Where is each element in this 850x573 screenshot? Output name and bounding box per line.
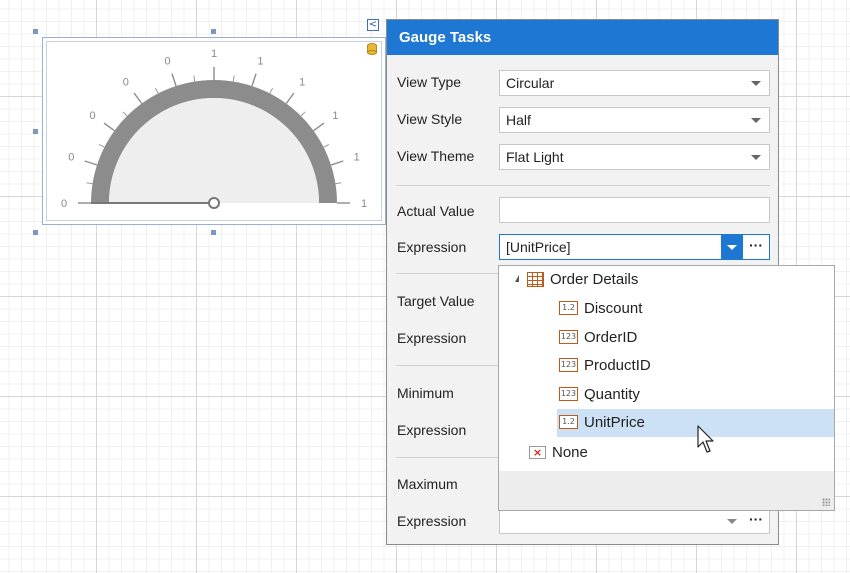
chevron-down-icon [727, 245, 737, 250]
gauge-needle-cap [208, 197, 220, 209]
chevron-down-icon [751, 118, 761, 123]
gauge-minor-tick [323, 143, 330, 148]
decimal-field-icon: 1.2 [559, 301, 578, 316]
gauge-tick-label: 0 [90, 110, 96, 122]
resize-handle-top[interactable] [211, 29, 216, 34]
gauge-tick-label: 0 [165, 55, 171, 67]
maximum-label: Maximum [397, 476, 458, 492]
tree-item-unitprice[interactable]: 1.2 UnitPrice [557, 409, 834, 437]
gauge-minor-tick [193, 75, 196, 82]
gauge-major-tick [330, 160, 344, 166]
tree-item-productid[interactable]: 123 ProductID [559, 352, 651, 380]
gauge-major-tick [251, 73, 257, 87]
view-theme-select[interactable]: Flat Light [499, 144, 770, 170]
gauge-major-tick [84, 160, 98, 166]
gauge-minor-tick [154, 87, 159, 94]
gauge-minor-tick [300, 111, 306, 117]
gauge-tick-label: 1 [332, 110, 338, 122]
decimal-field-icon: 1.2 [559, 415, 578, 430]
none-x-icon: × [529, 445, 546, 459]
tree-item-label: OrderID [584, 329, 638, 346]
gauge-tasks-title: Gauge Tasks [387, 20, 778, 55]
gauge-minor-tick [86, 182, 93, 185]
view-type-select[interactable]: Circular [499, 70, 770, 96]
section-divider [396, 185, 770, 186]
tree-item-none[interactable]: × None [529, 439, 588, 467]
mouse-cursor-icon [697, 425, 714, 453]
smart-tag-collapse-button[interactable]: < [367, 19, 379, 31]
gauge-tick-label: 1 [299, 77, 305, 89]
tree-item-label: Quantity [584, 386, 640, 403]
tree-item-orderid[interactable]: 123 OrderID [559, 324, 637, 352]
table-icon [527, 271, 544, 287]
resize-handle-bottom-left[interactable] [33, 230, 38, 235]
maximum-expression-combo[interactable]: ··· [499, 508, 770, 534]
gauge-major-tick [313, 122, 325, 132]
tree-item-quantity[interactable]: 123 Quantity [559, 381, 640, 409]
actual-expression-combo[interactable]: [UnitPrice] ··· [499, 234, 770, 260]
view-style-value: Half [506, 112, 531, 128]
resize-handle-left[interactable] [33, 129, 38, 134]
maximum-ellipsis-button[interactable]: ··· [745, 509, 767, 529]
actual-value-label: Actual Value [397, 203, 475, 219]
resize-grip-icon[interactable] [822, 498, 830, 506]
gauge-tick-label: 1 [361, 198, 367, 210]
half-circular-gauge: 0 0 0 0 0 1 1 1 1 1 1 [61, 48, 367, 210]
resize-handle-top-left[interactable] [33, 29, 38, 34]
gauge-major-tick [171, 73, 177, 87]
actual-value-input[interactable] [499, 197, 770, 223]
chevron-down-icon [751, 81, 761, 86]
integer-field-icon: 123 [559, 387, 578, 402]
resize-handle-bottom[interactable] [211, 230, 216, 235]
gauge-minor-tick [98, 143, 105, 148]
gauge-tick-label: 1 [211, 48, 217, 60]
data-source-icon [367, 43, 377, 55]
gauge-tick-label: 1 [257, 55, 263, 67]
view-style-label: View Style [397, 111, 463, 127]
expand-triangle-icon[interactable] [511, 274, 519, 282]
target-expression-label: Expression [397, 330, 467, 346]
actual-expression-value: [UnitPrice] [506, 239, 571, 255]
gauge-minor-tick [122, 111, 128, 117]
gauge-major-tick [285, 92, 295, 104]
gauge-major-tick [103, 122, 115, 132]
actual-expression-label: Expression [397, 239, 467, 255]
gauge-tick-label: 0 [61, 198, 67, 210]
chevron-down-icon[interactable] [727, 519, 737, 524]
tree-item-discount[interactable]: 1.2 Discount [559, 295, 642, 323]
gauge-tick-label: 1 [354, 152, 360, 164]
chevron-down-icon [751, 155, 761, 160]
minimum-expression-label: Expression [397, 422, 467, 438]
view-style-select[interactable]: Half [499, 107, 770, 133]
popup-footer [499, 471, 834, 510]
tree-item-label: UnitPrice [584, 414, 645, 431]
integer-field-icon: 123 [559, 358, 578, 373]
gauge-minor-tick [232, 75, 235, 82]
tree-node-label: Order Details [550, 271, 639, 288]
gauge-major-tick [133, 92, 143, 104]
gauge-tick-label: 0 [68, 152, 74, 164]
view-type-label: View Type [397, 74, 462, 90]
view-theme-label: View Theme [397, 148, 475, 164]
gauge-minor-tick [335, 182, 342, 185]
expression-ellipsis-button[interactable]: ··· [745, 235, 767, 255]
tree-item-label: Discount [584, 300, 643, 317]
tree-item-label: None [552, 444, 588, 461]
target-value-label: Target Value [397, 293, 475, 309]
view-theme-value: Flat Light [506, 149, 564, 165]
expression-dropdown-button[interactable] [721, 235, 743, 259]
minimum-label: Minimum [397, 385, 454, 401]
gauge-minor-tick [269, 87, 274, 94]
field-list-popup: Order Details 1.2 Discount 123 OrderID 123… [498, 265, 835, 511]
tree-node-order-details[interactable]: Order Details [511, 266, 638, 294]
integer-field-icon: 123 [559, 330, 578, 345]
tree-item-label: ProductID [584, 357, 651, 374]
view-type-value: Circular [506, 75, 555, 91]
maximum-expression-label: Expression [397, 513, 467, 529]
gauge-tick-label: 0 [123, 77, 129, 89]
